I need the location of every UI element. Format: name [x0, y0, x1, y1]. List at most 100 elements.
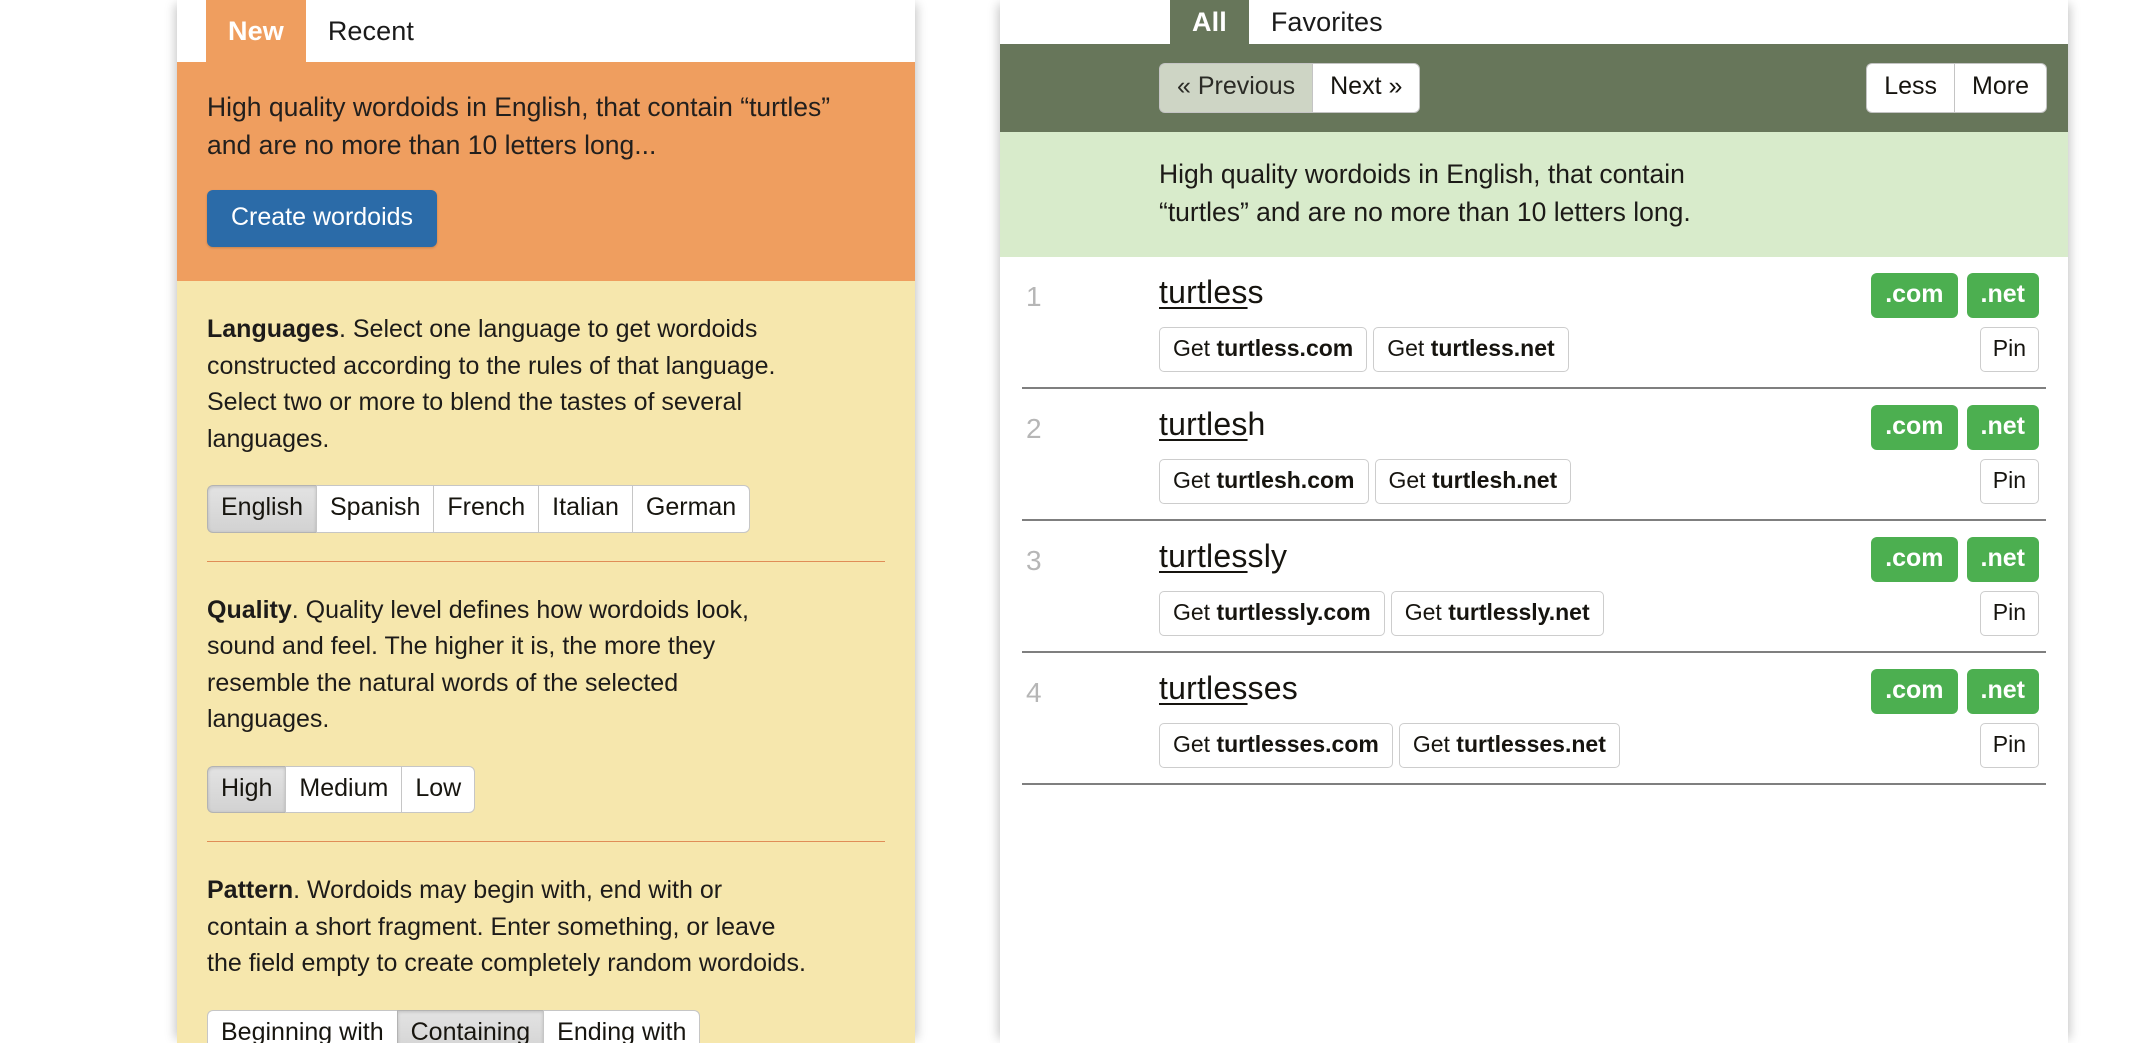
less-results-button[interactable]: Less — [1866, 63, 1955, 113]
result-word[interactable]: turtlessly — [1159, 538, 1287, 575]
result-tld-badges: .com .net — [1871, 669, 2039, 714]
com-availability-badge[interactable]: .com — [1871, 273, 1958, 318]
generator-hero: High quality wordoids in English, that c… — [177, 62, 915, 282]
get-net-button[interactable]: Get turtlesses.net — [1398, 723, 1620, 768]
get-com-button[interactable]: Get turtlesses.com — [1159, 723, 1393, 768]
tab-favorites[interactable]: Favorites — [1249, 0, 1405, 44]
tab-recent-label: Recent — [327, 15, 414, 46]
result-word[interactable]: turtlesses — [1159, 670, 1298, 707]
pin-button[interactable]: Pin — [1979, 723, 2039, 768]
quality-option-medium[interactable]: Medium — [285, 765, 402, 814]
density-group: Less More — [1866, 63, 2047, 113]
result-word-match: turtles — [1159, 538, 1248, 575]
result-word-rest: s — [1247, 274, 1264, 311]
pattern-option-containing[interactable]: Containing — [396, 1009, 544, 1043]
languages-button-group: English Spanish French Italian German — [207, 485, 751, 533]
table-row: 3 turtlessly Get turtlessly.com Get turt… — [1022, 521, 2046, 654]
get-net-button[interactable]: Get turtlessly.net — [1390, 591, 1604, 636]
tab-favorites-label: Favorites — [1270, 6, 1383, 37]
create-wordoids-button[interactable]: Create wordoids — [207, 190, 438, 248]
languages-title: Languages — [207, 315, 339, 344]
result-index: 4 — [1026, 677, 1042, 709]
get-com-domain: turtlesh.com — [1216, 467, 1355, 494]
result-word-match: turtles — [1159, 274, 1248, 311]
table-row: 4 turtlesses Get turtlesses.com Get turt… — [1022, 653, 2046, 786]
result-tld-badges: .com .net — [1871, 405, 2039, 450]
language-option-english[interactable]: English — [207, 485, 316, 533]
result-word-rest: sly — [1247, 538, 1288, 575]
get-com-button[interactable]: Get turtless.com — [1159, 327, 1368, 372]
quality-option-low[interactable]: Low — [401, 765, 476, 814]
pin-button[interactable]: Pin — [1979, 459, 2039, 504]
quality-option-high[interactable]: High — [207, 765, 286, 814]
language-option-german[interactable]: German — [631, 485, 751, 533]
tab-recent[interactable]: Recent — [306, 0, 436, 62]
result-word-match: turtles — [1159, 406, 1248, 443]
hero-description: High quality wordoids in English, that c… — [207, 92, 831, 161]
pin-button[interactable]: Pin — [1979, 591, 2039, 636]
results-summary-bar: High quality wordoids in English, that c… — [1000, 132, 2068, 258]
get-net-prefix: Get — [1388, 467, 1432, 494]
net-availability-badge[interactable]: .net — [1966, 405, 2039, 450]
table-row: 1 turtless Get turtless.com Get turtless… — [1022, 257, 2046, 390]
results-toolbar: « Previous Next » Less More — [1000, 44, 2068, 132]
get-com-domain: turtless.com — [1216, 335, 1354, 362]
language-option-french[interactable]: French — [433, 485, 539, 533]
get-com-button[interactable]: Get turtlesh.com — [1159, 459, 1369, 504]
result-word[interactable]: turtlesh — [1159, 406, 1266, 443]
table-row: 2 turtlesh Get turtlesh.com Get turtlesh… — [1022, 389, 2046, 522]
results-panel: All Favorites « Previous Next » Less Mor… — [1000, 0, 2068, 1043]
result-word[interactable]: turtless — [1159, 274, 1264, 311]
pattern-description-text: . Wordoids may begin with, end with or c… — [207, 876, 806, 978]
get-com-prefix: Get — [1173, 731, 1217, 758]
get-net-prefix: Get — [1404, 599, 1449, 626]
option-section-languages: Languages. Select one language to get wo… — [207, 281, 885, 561]
tab-all[interactable]: All — [1170, 0, 1249, 44]
tab-new[interactable]: New — [206, 0, 306, 62]
get-net-prefix: Get — [1412, 731, 1457, 758]
net-availability-badge[interactable]: .net — [1966, 537, 2039, 582]
next-page-button[interactable]: Next » — [1312, 63, 1421, 113]
result-index: 1 — [1026, 281, 1042, 313]
tab-new-label: New — [228, 15, 284, 46]
get-net-domain: turtlessly.net — [1448, 599, 1590, 626]
results-list: 1 turtless Get turtless.com Get turtless… — [1000, 257, 2068, 786]
language-option-spanish[interactable]: Spanish — [316, 485, 434, 533]
pin-button[interactable]: Pin — [1979, 327, 2039, 372]
language-option-italian[interactable]: Italian — [538, 485, 632, 533]
generator-tabbar: New Recent — [177, 0, 915, 62]
results-summary-text: High quality wordoids in English, that c… — [1159, 159, 1691, 227]
quality-title: Quality — [207, 595, 292, 624]
languages-description: Languages. Select one language to get wo… — [207, 311, 807, 457]
net-availability-badge[interactable]: .net — [1966, 273, 2039, 318]
pattern-button-group: Beginning with Containing Ending with — [207, 1009, 701, 1043]
pattern-description: Pattern. Wordoids may begin with, end wi… — [207, 872, 807, 982]
quality-description: Quality. Quality level defines how wordo… — [207, 592, 807, 738]
net-availability-badge[interactable]: .net — [1966, 669, 2039, 714]
get-net-domain: turtlesh.net — [1431, 467, 1558, 494]
pattern-option-ending-with[interactable]: Ending with — [543, 1009, 701, 1043]
pattern-title: Pattern — [207, 876, 294, 905]
result-domain-actions: Get turtlessly.com Get turtlessly.net — [1159, 591, 1604, 636]
previous-page-button[interactable]: « Previous — [1159, 63, 1313, 113]
pattern-option-beginning-with[interactable]: Beginning with — [207, 1009, 397, 1043]
get-net-button[interactable]: Get turtless.net — [1373, 327, 1569, 372]
generator-panel: New Recent High quality wordoids in Engl… — [177, 0, 915, 1043]
option-section-quality: Quality. Quality level defines how wordo… — [207, 560, 885, 842]
result-word-match: turtles — [1159, 670, 1248, 707]
more-results-button[interactable]: More — [1954, 63, 2047, 113]
tab-all-label: All — [1192, 6, 1227, 37]
app-root: New Recent High quality wordoids in Engl… — [0, 0, 2130, 1043]
get-net-domain: turtless.net — [1430, 335, 1555, 362]
get-net-button[interactable]: Get turtlesh.net — [1374, 459, 1572, 504]
pagination-group: « Previous Next » — [1159, 63, 1421, 113]
com-availability-badge[interactable]: .com — [1871, 669, 1958, 714]
com-availability-badge[interactable]: .com — [1871, 405, 1958, 450]
result-index: 2 — [1026, 413, 1042, 445]
com-availability-badge[interactable]: .com — [1871, 537, 1958, 582]
result-domain-actions: Get turtless.com Get turtless.net — [1159, 327, 1569, 372]
get-com-domain: turtlesses.com — [1216, 731, 1379, 758]
result-word-rest: ses — [1247, 670, 1298, 707]
get-com-button[interactable]: Get turtlessly.com — [1159, 591, 1385, 636]
result-index: 3 — [1026, 545, 1042, 577]
